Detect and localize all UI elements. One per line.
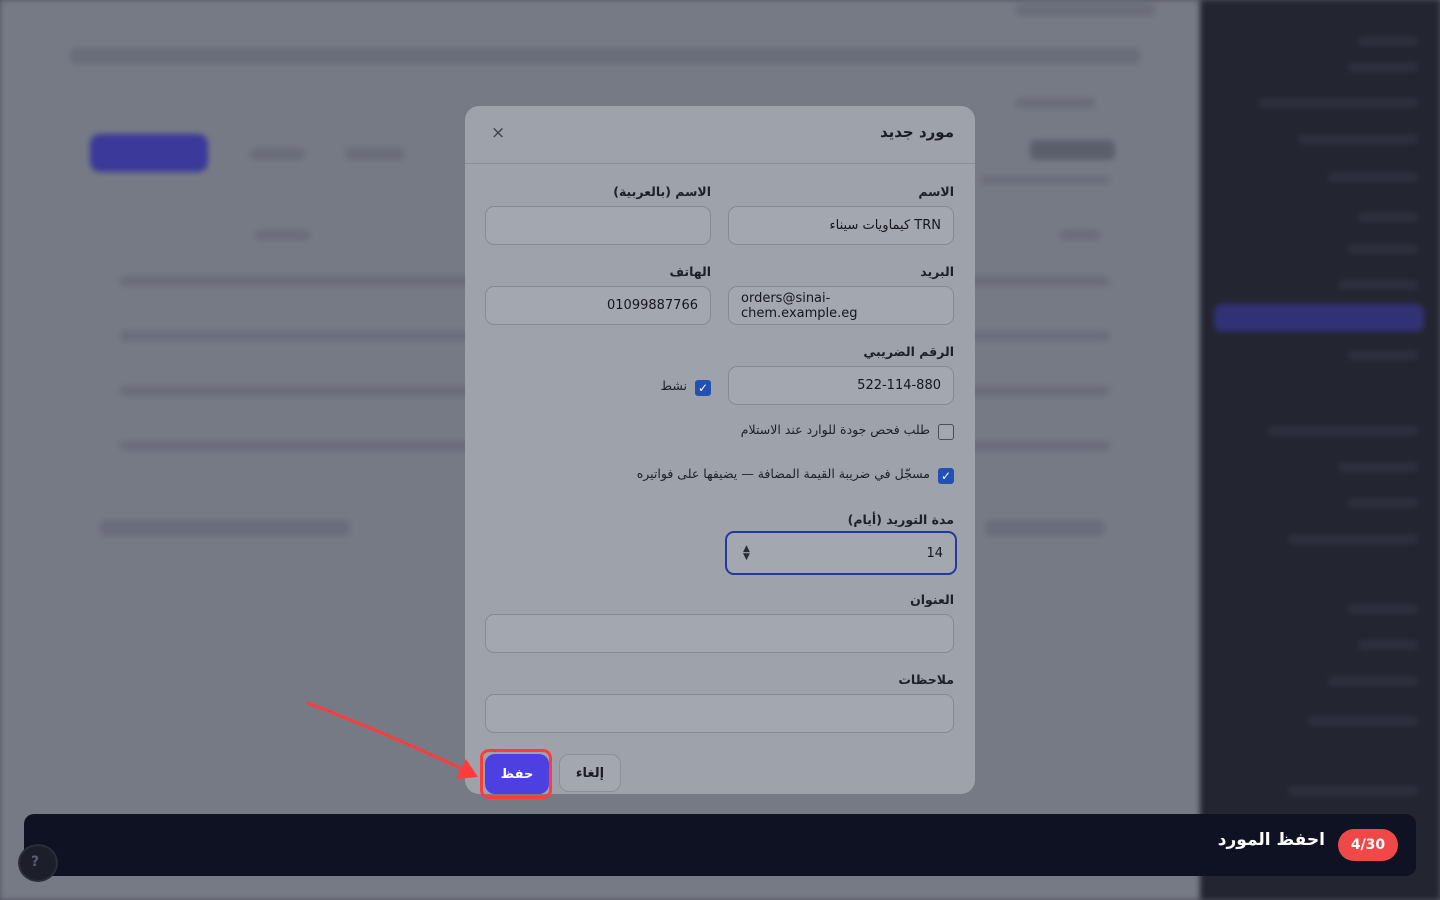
email-label: البريد [920,264,954,279]
lead-time-label: مدة التوريد (أيام) [847,512,954,527]
cancel-button[interactable]: إلغاء [559,754,621,792]
tax-id-label: الرقم الضريبي [863,344,954,359]
notes-label: ملاحظات [898,672,954,687]
tour-instruction-text: احفظ المورد [1217,830,1325,850]
dialog-title: مورد جديد [879,123,954,141]
name-ar-input[interactable] [485,206,711,245]
tour-instruction-bar: 4/30 احفظ المورد [24,814,1416,876]
phone-input[interactable]: 01099887766 [485,286,711,325]
vat-registered-checkbox[interactable]: ✓ [938,468,954,484]
lead-time-value: 14 [926,545,943,561]
name-input[interactable]: TRN كيماويات سيناء [728,206,954,245]
name-label: الاسم [918,184,954,199]
qc-required-checkbox[interactable] [938,424,954,440]
phone-label: الهاتف [669,264,711,279]
tax-id-input[interactable]: 522-114-880 [728,366,954,405]
address-label: العنوان [910,592,954,607]
active-checkbox[interactable]: ✓ [695,380,711,396]
dialog-header: مورد جديد × [465,106,975,164]
name-ar-label: الاسم (بالعربية) [613,184,711,199]
qc-required-label: طلب فحص جودة للوارد عند الاستلام [740,422,930,437]
number-spinner-icon[interactable]: ▲ ▼ [743,545,750,562]
close-icon[interactable]: × [491,123,505,143]
pointer-arrow-icon [306,701,478,779]
lead-time-input[interactable]: 14 ▲ ▼ [725,531,957,575]
email-input[interactable]: orders@sinai-chem.example.eg [728,286,954,325]
help-button[interactable]: ? [18,844,58,882]
help-icon: ? [31,854,40,870]
tour-step-badge: 4/30 [1338,829,1398,861]
save-button-highlight [480,749,552,799]
active-label: نشط [660,378,688,393]
vat-registered-label: مسجّل في ضريبة القيمة المضافة — يضيفها ع… [636,466,930,481]
notes-input[interactable] [485,694,954,733]
address-input[interactable] [485,614,954,653]
new-supplier-dialog: مورد جديد × الاسم TRN كيماويات سيناء الا… [465,106,975,794]
